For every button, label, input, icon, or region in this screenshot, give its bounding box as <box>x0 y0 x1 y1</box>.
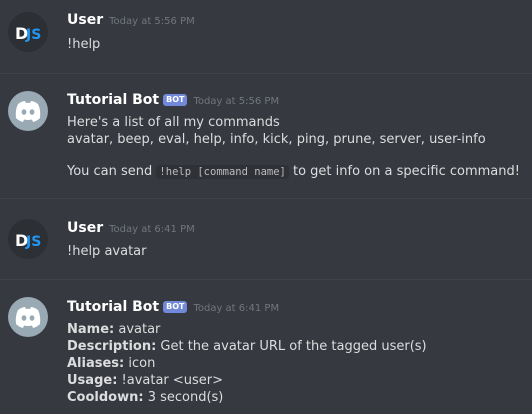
field-value: 3 second(s) <box>143 390 224 405</box>
djs-logo-icon: D JS <box>15 24 41 43</box>
message-text: !help <box>67 37 101 52</box>
discord-logo-icon <box>15 307 41 328</box>
timestamp: Today at 5:56 PM <box>109 16 195 27</box>
timestamp: Today at 5:56 PM <box>193 96 280 107</box>
bot-badge: BOT <box>163 94 188 106</box>
field-key: Aliases: <box>67 356 125 371</box>
author-name[interactable]: User <box>67 220 103 236</box>
timestamp: Today at 6:41 PM <box>193 303 280 314</box>
field-aliases: Aliases: icon <box>67 355 155 372</box>
field-key: Name: <box>67 322 115 337</box>
field-name: Name: avatar <box>67 321 160 338</box>
field-usage: Usage: !avatar <user> <box>67 372 223 389</box>
message-divider <box>0 279 532 280</box>
message-text: Here's a list of all my commands <box>67 115 280 130</box>
send-pre-text: You can send <box>67 164 157 179</box>
field-value: icon <box>124 356 156 371</box>
author-name[interactable]: Tutorial Bot <box>67 92 159 108</box>
bot-avatar[interactable] <box>8 297 48 337</box>
message-text: !help avatar <box>67 244 147 259</box>
author-name[interactable]: User <box>67 12 103 28</box>
send-post-text: to get info on a specific command! <box>288 164 520 179</box>
message-text: avatar, beep, eval, help, info, kick, pi… <box>67 132 486 147</box>
field-key: Usage: <box>67 373 118 388</box>
field-description: Description: Get the avatar URL of the t… <box>67 338 427 355</box>
bot-avatar[interactable] <box>8 91 48 131</box>
djs-logo-icon: D JS <box>15 231 41 250</box>
field-value: avatar <box>114 322 161 337</box>
user-avatar[interactable]: D JS <box>8 219 48 259</box>
field-cooldown: Cooldown: 3 second(s) <box>67 389 223 406</box>
user-avatar[interactable]: D JS <box>8 12 48 52</box>
svg-text:JS: JS <box>25 234 41 250</box>
bot-badge: BOT <box>163 301 188 313</box>
timestamp: Today at 6:41 PM <box>109 224 195 235</box>
message-divider <box>0 198 532 199</box>
discord-logo-icon <box>15 101 41 122</box>
svg-text:JS: JS <box>25 27 41 43</box>
field-key: Cooldown: <box>67 390 144 405</box>
message-text: You can send !help [command name] to get… <box>67 163 520 181</box>
message-user-1: D JS User Today at 5:56 PM !help <box>0 0 532 70</box>
inline-code: !help [command name] <box>156 165 289 179</box>
message-divider <box>0 73 532 74</box>
field-value: Get the avatar URL of the tagged user(s) <box>156 339 427 354</box>
field-key: Description: <box>67 339 157 354</box>
field-value: !avatar <user> <box>117 373 224 388</box>
author-name[interactable]: Tutorial Bot <box>67 299 159 315</box>
